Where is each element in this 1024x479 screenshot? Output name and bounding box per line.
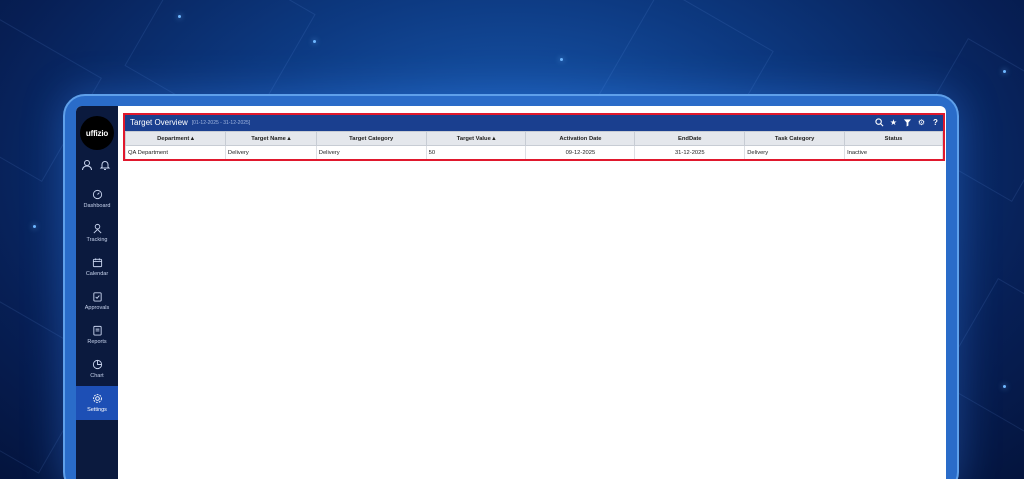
star-icon[interactable]: ★	[889, 117, 898, 127]
help-icon[interactable]: ?	[931, 117, 940, 127]
table-row[interactable]: QA Department Delivery Delivery 50 09-12…	[125, 145, 943, 160]
app-logo[interactable]: uffizio	[80, 116, 114, 150]
column-header-status[interactable]: Status	[844, 131, 943, 146]
column-header-department[interactable]: Department ▴	[125, 131, 226, 146]
chart-icon	[92, 359, 102, 370]
column-header-activation-date[interactable]: Activation Date	[525, 131, 636, 146]
dashboard-icon	[92, 189, 102, 200]
sidebar-item-chart[interactable]: Chart	[76, 352, 118, 386]
calendar-icon	[92, 258, 102, 268]
target-table: Department ▴ Target Name ▴ Target Catego…	[125, 131, 943, 160]
user-icon[interactable]	[81, 158, 93, 171]
page-title: Target Overview	[130, 118, 188, 127]
cell-task-category: Delivery	[744, 145, 846, 160]
cell-target-name: Delivery	[224, 145, 317, 160]
sidebar-item-label: Reports	[87, 339, 107, 345]
sidebar-item-label: Settings	[87, 407, 107, 413]
sidebar: uffizio Dashboard Tracking Calendar Appr…	[76, 106, 118, 479]
cell-end-date: 31-12-2025	[634, 145, 746, 160]
sidebar-item-dashboard[interactable]: Dashboard	[76, 182, 118, 216]
column-header-target-name[interactable]: Target Name ▴	[224, 131, 317, 146]
approvals-icon	[92, 292, 102, 302]
app-window: uffizio Dashboard Tracking Calendar Appr…	[76, 106, 946, 479]
search-icon[interactable]	[875, 117, 884, 127]
sidebar-item-label: Approvals	[84, 305, 110, 311]
panel-header: Target Overview [01-12-2025 - 31-12-2025…	[124, 114, 944, 131]
sidebar-item-label: Dashboard	[83, 203, 111, 209]
bell-icon[interactable]	[99, 158, 111, 170]
column-header-task-category[interactable]: Task Category	[744, 131, 846, 146]
column-header-target-category[interactable]: Target Category	[315, 131, 427, 146]
table-header-row: Department ▴ Target Name ▴ Target Catego…	[125, 131, 943, 146]
sidebar-item-approvals[interactable]: Approvals	[76, 284, 118, 318]
cell-target-category: Delivery	[315, 145, 427, 160]
sidebar-item-reports[interactable]: Reports	[76, 318, 118, 352]
reports-icon	[92, 325, 102, 336]
sidebar-item-label: Calendar	[85, 271, 109, 277]
gear-icon[interactable]: ⚙	[917, 117, 926, 127]
cell-department: QA Department	[125, 145, 226, 160]
column-header-target-value[interactable]: Target Value ▴	[425, 131, 527, 146]
settings-icon	[92, 394, 102, 403]
cell-activation-date: 09-12-2025	[525, 145, 636, 160]
cell-status: Inactive	[844, 145, 943, 160]
sidebar-item-settings[interactable]: Settings	[76, 386, 118, 420]
main-content: Target Overview [01-12-2025 - 31-12-2025…	[122, 106, 946, 479]
sidebar-item-tracking[interactable]: Tracking	[76, 216, 118, 250]
filter-icon[interactable]	[903, 117, 912, 127]
tracking-icon	[93, 223, 101, 234]
sidebar-item-label: Chart	[90, 373, 104, 379]
sidebar-item-label: Tracking	[86, 237, 108, 243]
column-header-end-date[interactable]: EndDate	[634, 131, 746, 146]
sidebar-item-calendar[interactable]: Calendar	[76, 250, 118, 284]
cell-target-value: 50	[425, 145, 527, 160]
date-range: [01-12-2025 - 31-12-2025]	[191, 119, 251, 126]
